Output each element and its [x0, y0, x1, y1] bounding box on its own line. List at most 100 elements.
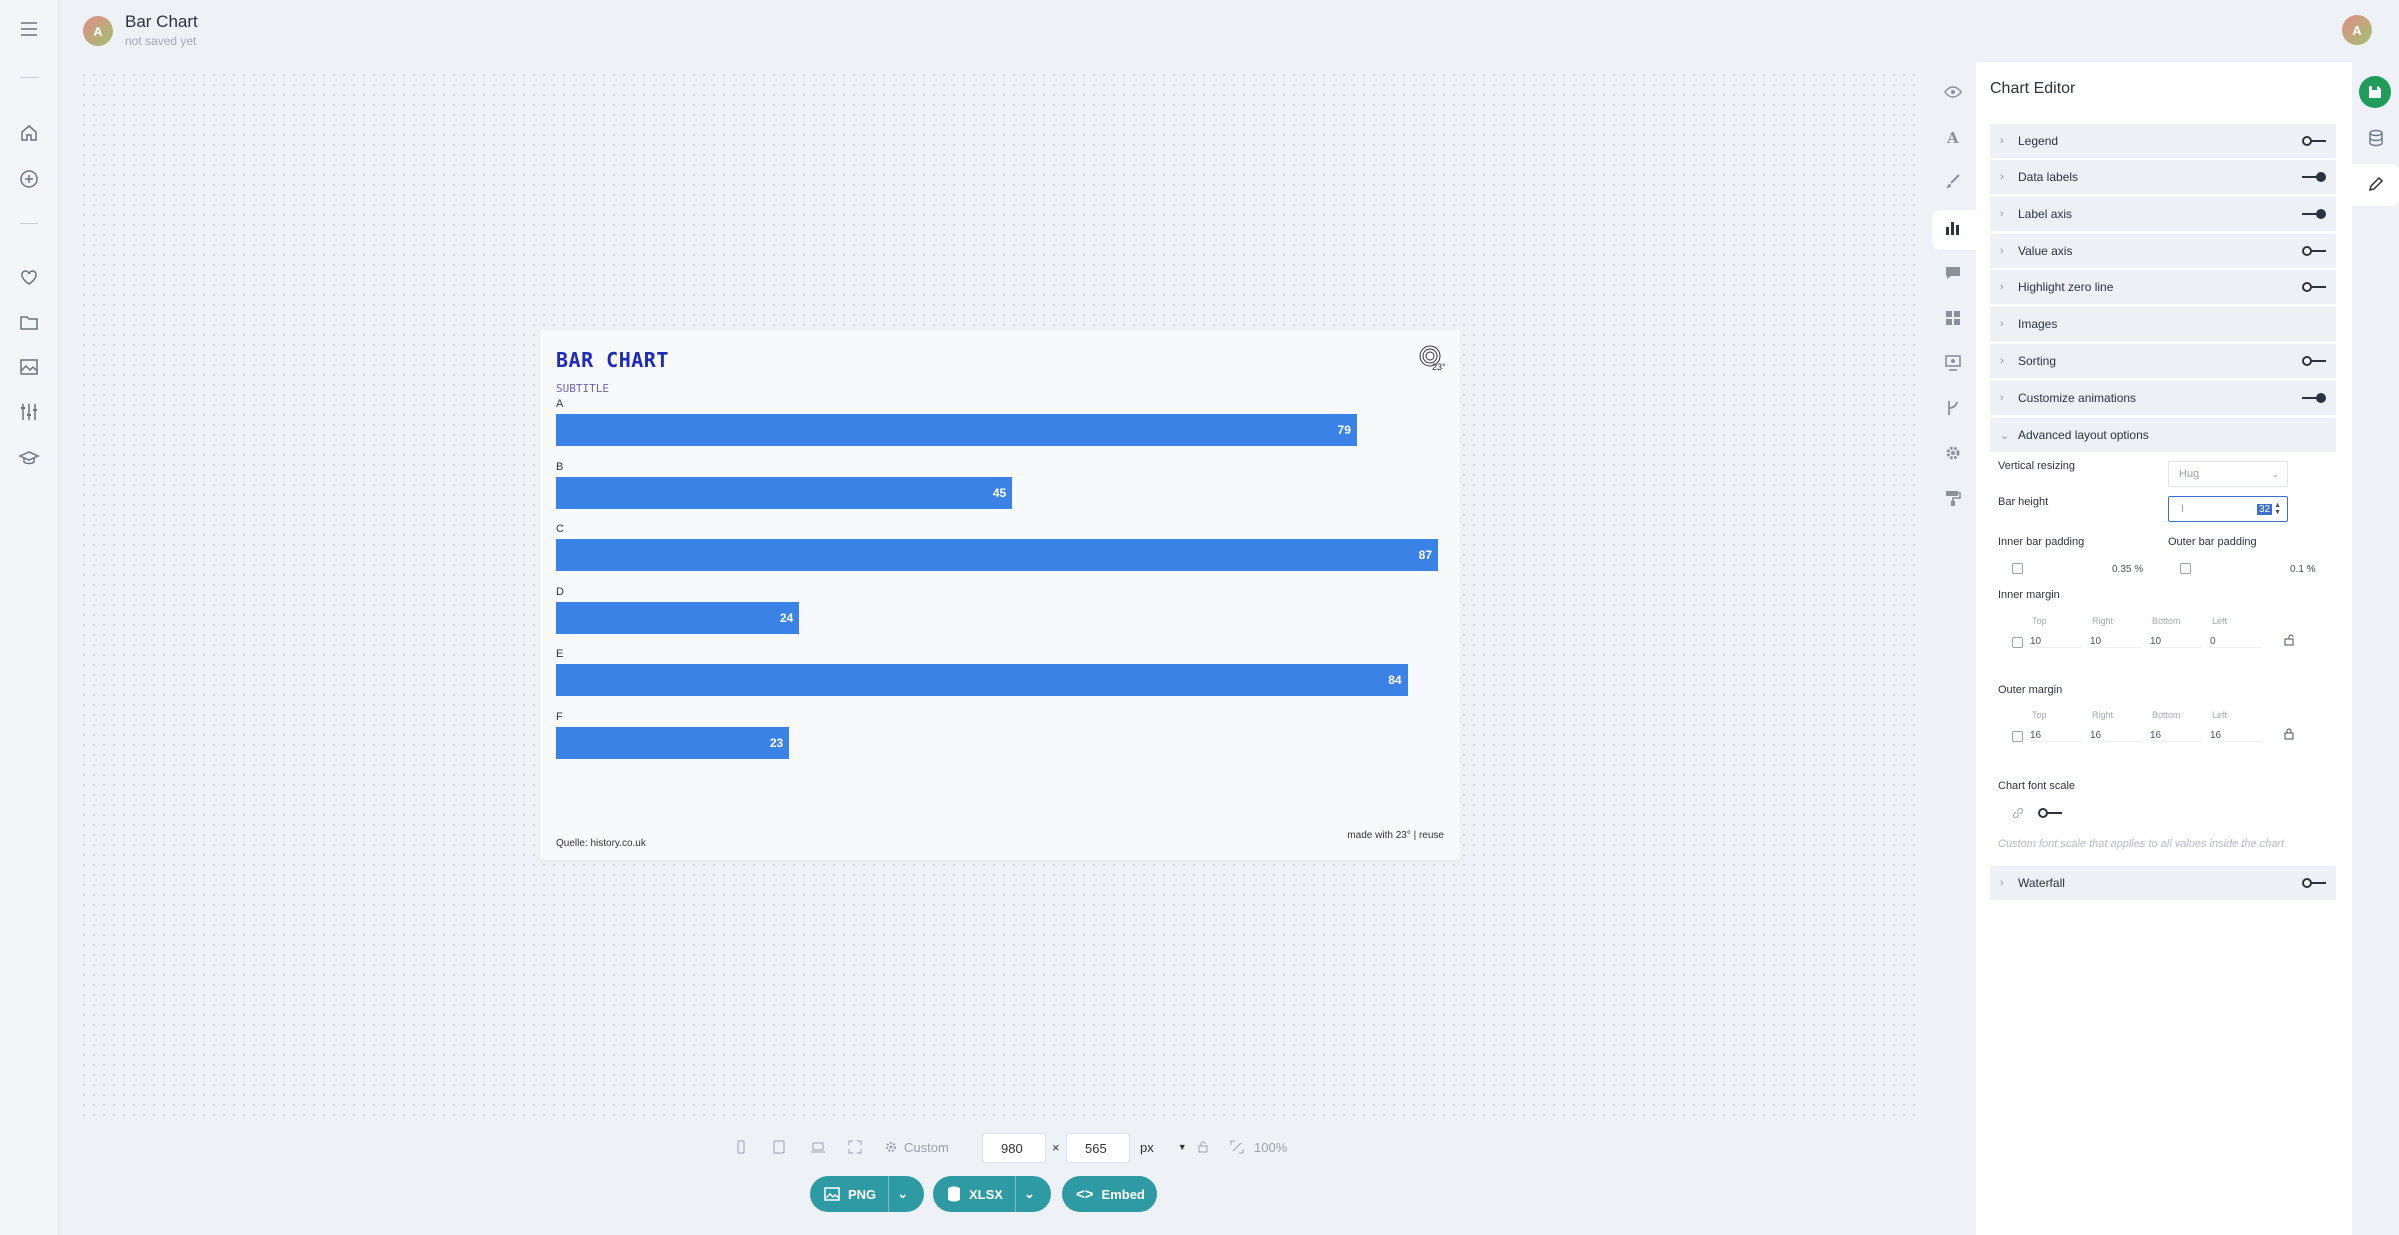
laptop-icon[interactable]	[810, 1140, 826, 1154]
section-toggle[interactable]	[2302, 209, 2326, 219]
outer-bar-padding-value[interactable]: 0.1 %	[2290, 564, 2316, 575]
vertical-resizing-select[interactable]: Hug ⌄	[2168, 461, 2288, 487]
section-label-axis[interactable]: › Label axis	[1990, 197, 2336, 231]
height-input[interactable]: 565	[1066, 1133, 1130, 1163]
margin-value-input[interactable]: 10	[2090, 636, 2142, 648]
eye-icon[interactable]	[1943, 82, 1963, 102]
avatar[interactable]: A	[83, 16, 113, 46]
margin-side-label: Top	[2032, 616, 2047, 626]
width-input[interactable]: 980	[982, 1133, 1046, 1163]
fit-icon[interactable]	[1230, 1140, 1244, 1154]
inner-margin-unit-toggle[interactable]	[2012, 637, 2023, 648]
section-advanced-layout-options[interactable]: ⌄ Advanced layout options	[1990, 418, 2336, 452]
margin-value-input[interactable]: 0	[2210, 636, 2262, 648]
sliders-icon[interactable]	[18, 401, 40, 423]
zoom-level[interactable]: 100%	[1254, 1135, 1287, 1159]
section-images[interactable]: › Images	[1990, 307, 2336, 341]
section-toggle[interactable]	[2302, 393, 2326, 403]
chevron-down-icon[interactable]: ⌄	[888, 1176, 916, 1212]
margin-value-input[interactable]: 16	[2030, 730, 2082, 742]
lock-ratio-icon[interactable]	[1196, 1140, 1210, 1154]
chart-credit: made with 23° | reuse	[1347, 830, 1444, 841]
bar[interactable]: 84	[556, 664, 1408, 696]
link-icon[interactable]	[2012, 807, 2024, 819]
bar-value-label: 45	[992, 485, 1007, 500]
chevron-right-icon: ›	[2000, 355, 2004, 367]
bar[interactable]: 24	[556, 601, 800, 634]
graduation-icon[interactable]	[18, 447, 40, 469]
unit-select[interactable]: px ▼	[1140, 1135, 1187, 1159]
size-preset-label[interactable]: Custom	[904, 1140, 949, 1155]
bar-chart-icon[interactable]	[1943, 218, 1963, 238]
add-icon[interactable]	[18, 168, 40, 190]
text-cursor-icon: I	[2181, 503, 2185, 515]
inner-bar-padding-unit-toggle[interactable]	[2012, 563, 2023, 574]
section-toggle[interactable]	[2302, 356, 2326, 366]
section-data-labels[interactable]: › Data labels	[1990, 160, 2336, 194]
branch-icon[interactable]	[1943, 398, 1963, 418]
outer-margin-unit-toggle[interactable]	[2012, 731, 2023, 742]
pencil-icon[interactable]	[2366, 174, 2386, 194]
database-icon[interactable]	[2366, 128, 2386, 148]
chart-preview[interactable]: Bar Chart Subtitle 23° A 79 B 45 C 87 D 24 E 84 F 2…	[540, 330, 1460, 860]
folder-icon[interactable]	[18, 311, 40, 333]
section-toggle[interactable]	[2302, 282, 2326, 292]
paint-roller-icon[interactable]	[1943, 488, 1963, 508]
margin-value-input[interactable]: 10	[2030, 636, 2082, 648]
inner-bar-padding-value[interactable]: 0.35 %	[2112, 564, 2143, 575]
layout-icon[interactable]	[1943, 308, 1963, 328]
device-presets: Custom	[734, 1135, 949, 1159]
bar[interactable]: 23	[556, 726, 790, 759]
section-toggle[interactable]	[2302, 246, 2326, 256]
bar[interactable]: 87	[556, 539, 1438, 571]
bar[interactable]: 79	[556, 414, 1357, 446]
margin-value-input[interactable]: 16	[2090, 730, 2142, 742]
section-waterfall[interactable]: › Waterfall	[1990, 866, 2336, 900]
presentation-icon[interactable]	[1943, 353, 1963, 373]
section-highlight-zero-line[interactable]: › Highlight zero line	[1990, 270, 2336, 304]
bar-height-input[interactable]: I 32 ▲ ▼	[2168, 496, 2288, 522]
outer-bar-padding-unit-toggle[interactable]	[2180, 563, 2191, 574]
bar-category-label: B	[556, 460, 564, 473]
chevron-right-icon: ›	[2000, 877, 2004, 889]
settings-icon[interactable]	[1943, 443, 1963, 463]
brush-icon[interactable]	[1943, 172, 1963, 192]
margin-value-input[interactable]: 16	[2150, 730, 2202, 742]
chart-subtitle[interactable]: Subtitle	[556, 382, 609, 395]
margin-side-label: Top	[2032, 710, 2047, 720]
bar[interactable]: 45	[556, 476, 1013, 509]
export-xlsx-button[interactable]: XLSX ⌄	[933, 1176, 1051, 1212]
section-toggle[interactable]	[2302, 172, 2326, 182]
chart-title[interactable]: Bar Chart	[556, 348, 669, 372]
heart-icon[interactable]	[18, 266, 40, 288]
document-title[interactable]: Bar Chart	[125, 12, 198, 32]
tablet-icon[interactable]	[772, 1140, 786, 1154]
section-value-axis[interactable]: › Value axis	[1990, 234, 2336, 268]
section-legend[interactable]: › Legend	[1990, 124, 2336, 158]
bar-value-label: 24	[779, 610, 794, 625]
user-avatar[interactable]: A	[2342, 15, 2372, 45]
mobile-icon[interactable]	[734, 1140, 748, 1154]
section-customize-animations[interactable]: › Customize animations	[1990, 381, 2336, 415]
lock-icon[interactable]	[2283, 728, 2295, 740]
waterfall-toggle[interactable]	[2302, 878, 2326, 888]
section-sorting[interactable]: › Sorting	[1990, 344, 2336, 378]
font-scale-toggle[interactable]	[2038, 808, 2062, 818]
section-toggle[interactable]	[2302, 136, 2326, 146]
gear-icon[interactable]	[884, 1140, 898, 1154]
comment-icon[interactable]	[1943, 263, 1963, 283]
image-icon[interactable]	[18, 356, 40, 378]
save-button[interactable]	[2359, 76, 2391, 108]
chevron-down-icon[interactable]: ⌄	[1014, 1176, 1043, 1212]
home-icon[interactable]	[18, 122, 40, 144]
menu-icon[interactable]	[18, 18, 40, 40]
export-png-button[interactable]: PNG ⌄	[810, 1176, 924, 1212]
typography-icon[interactable]: A	[1943, 127, 1963, 147]
spinner-icon[interactable]: ▲ ▼	[2274, 502, 2281, 516]
margin-value-input[interactable]: 16	[2210, 730, 2262, 742]
margin-value-input[interactable]: 10	[2150, 636, 2202, 648]
fullscreen-icon[interactable]	[848, 1140, 862, 1154]
unlock-icon[interactable]	[2283, 634, 2295, 646]
top-bar: A Bar Chart not saved yet	[59, 0, 2399, 60]
embed-button[interactable]: <> Embed	[1062, 1176, 1157, 1212]
